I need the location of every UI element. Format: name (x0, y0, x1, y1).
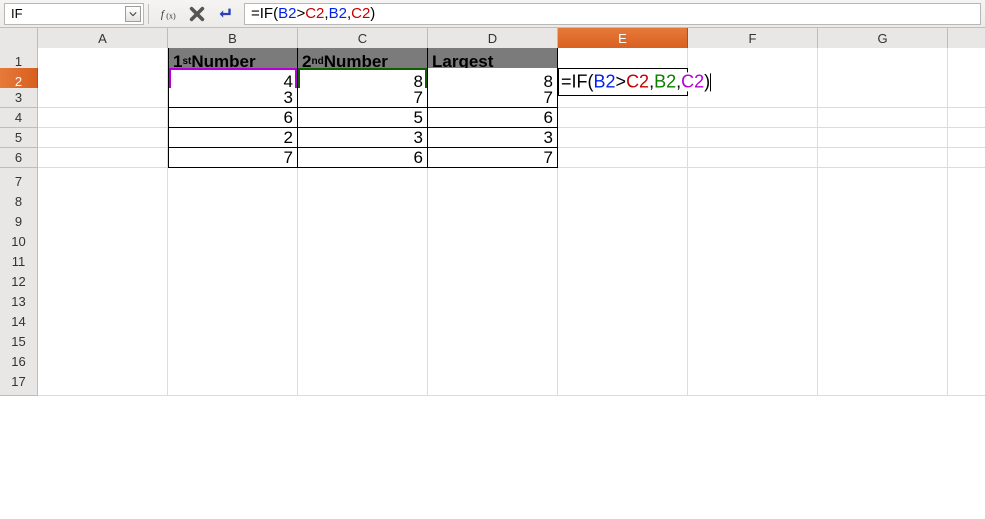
cancel-icon (188, 5, 206, 23)
enter-icon (216, 5, 234, 23)
cell-B17[interactable] (168, 368, 298, 396)
cell-B3[interactable]: 3 (168, 88, 298, 108)
cell-D17[interactable] (428, 368, 558, 396)
cell-D6[interactable]: 7 (428, 148, 558, 168)
svg-text:f: f (161, 8, 166, 20)
column-header-G[interactable]: G (818, 28, 948, 50)
cell-G4[interactable] (818, 108, 948, 128)
cell-3[interactable] (948, 88, 985, 108)
cell-B4[interactable]: 6 (168, 108, 298, 128)
column-header-F[interactable]: F (688, 28, 818, 50)
cell-B5[interactable]: 2 (168, 128, 298, 148)
cell-C17[interactable] (298, 368, 428, 396)
name-box-dropdown[interactable] (125, 6, 141, 22)
svg-text:(x): (x) (166, 11, 176, 20)
cancel-button[interactable] (184, 3, 210, 25)
cell-D5[interactable]: 3 (428, 128, 558, 148)
cell-F6[interactable] (688, 148, 818, 168)
accept-button[interactable] (212, 3, 238, 25)
cell-E4[interactable] (558, 108, 688, 128)
cell-C4[interactable]: 5 (298, 108, 428, 128)
cell-G5[interactable] (818, 128, 948, 148)
cell-G17[interactable] (818, 368, 948, 396)
cell-E5[interactable] (558, 128, 688, 148)
formula-input[interactable]: =IF(B2>C2,B2,C2) (244, 3, 981, 25)
column-header-A[interactable]: A (38, 28, 168, 50)
cell-F5[interactable] (688, 128, 818, 148)
spreadsheet-grid[interactable]: ABCDEFG11st Number2nd NumberLargest2488=… (0, 28, 985, 388)
cell-D3[interactable]: 7 (428, 88, 558, 108)
cell-D4[interactable]: 6 (428, 108, 558, 128)
cell-A5[interactable] (38, 128, 168, 148)
cell-A17[interactable] (38, 368, 168, 396)
formula-input-text: =IF(B2>C2,B2,C2) (251, 4, 375, 24)
column-header-B[interactable]: B (168, 28, 298, 50)
row-header-17[interactable]: 17 (0, 368, 38, 396)
cell-C3[interactable]: 7 (298, 88, 428, 108)
cell-G6[interactable] (818, 148, 948, 168)
column-header-C[interactable]: C (298, 28, 428, 50)
cell-A4[interactable] (38, 108, 168, 128)
cell-A6[interactable] (38, 148, 168, 168)
cell-E17[interactable] (558, 368, 688, 396)
chevron-down-icon (129, 10, 137, 18)
fx-icon: f (x) (160, 5, 178, 23)
cell-X17[interactable] (948, 368, 985, 396)
cell-A3[interactable] (38, 88, 168, 108)
name-box[interactable]: IF (4, 3, 144, 25)
cell-B6[interactable]: 7 (168, 148, 298, 168)
cell-5[interactable] (948, 128, 985, 148)
cell-F4[interactable] (688, 108, 818, 128)
row-header-4[interactable]: 4 (0, 108, 38, 128)
cell-E2-editing[interactable]: =IF(B2>C2,B2,C2) (558, 68, 688, 96)
separator (148, 4, 152, 24)
row-header-5[interactable]: 5 (0, 128, 38, 148)
cell-E6[interactable] (558, 148, 688, 168)
cell-6[interactable] (948, 148, 985, 168)
function-wizard-button[interactable]: f (x) (156, 3, 182, 25)
row-header-6[interactable]: 6 (0, 148, 38, 168)
column-header-extra[interactable] (948, 28, 985, 50)
name-box-value: IF (11, 6, 23, 21)
cell-C6[interactable]: 6 (298, 148, 428, 168)
select-all-corner[interactable] (0, 28, 38, 50)
cell-F17[interactable] (688, 368, 818, 396)
cell-4[interactable] (948, 108, 985, 128)
cell-C5[interactable]: 3 (298, 128, 428, 148)
formula-bar: IF f (x) =IF(B2>C2,B2,C2) (0, 0, 985, 28)
cell-G3[interactable] (818, 88, 948, 108)
row-header-3[interactable]: 3 (0, 88, 38, 108)
column-header-E[interactable]: E (558, 28, 688, 50)
column-header-D[interactable]: D (428, 28, 558, 50)
